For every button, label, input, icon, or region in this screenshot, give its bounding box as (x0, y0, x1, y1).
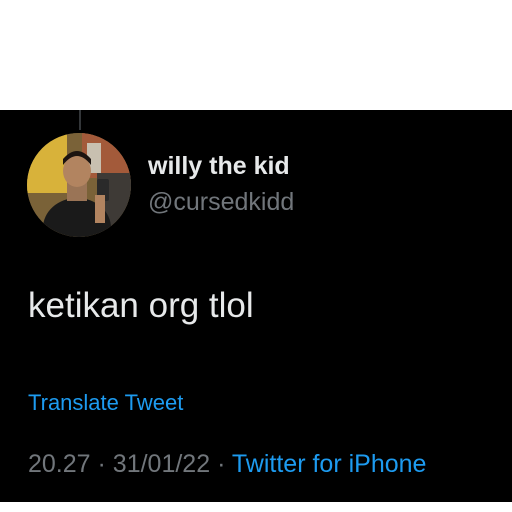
tweet-text: ketikan org tlol (28, 286, 254, 325)
avatar[interactable] (27, 133, 131, 237)
tweet-meta: 20.27 · 31/01/22 · Twitter for iPhone (28, 450, 426, 479)
tweet-source-link[interactable]: Twitter for iPhone (232, 450, 427, 478)
tweet-time[interactable]: 20.27 (28, 450, 91, 478)
tweet-card: willy the kid @cursedkidd ketikan org tl… (0, 110, 512, 502)
translate-tweet-link[interactable]: Translate Tweet (28, 390, 183, 416)
tweet-date[interactable]: 31/01/22 (113, 450, 210, 478)
thread-line (79, 110, 81, 130)
display-name[interactable]: willy the kid (148, 152, 290, 181)
meta-separator: · (97, 450, 106, 478)
avatar-photo (27, 133, 131, 237)
user-handle[interactable]: @cursedkidd (148, 188, 294, 217)
meta-separator: · (217, 450, 226, 478)
